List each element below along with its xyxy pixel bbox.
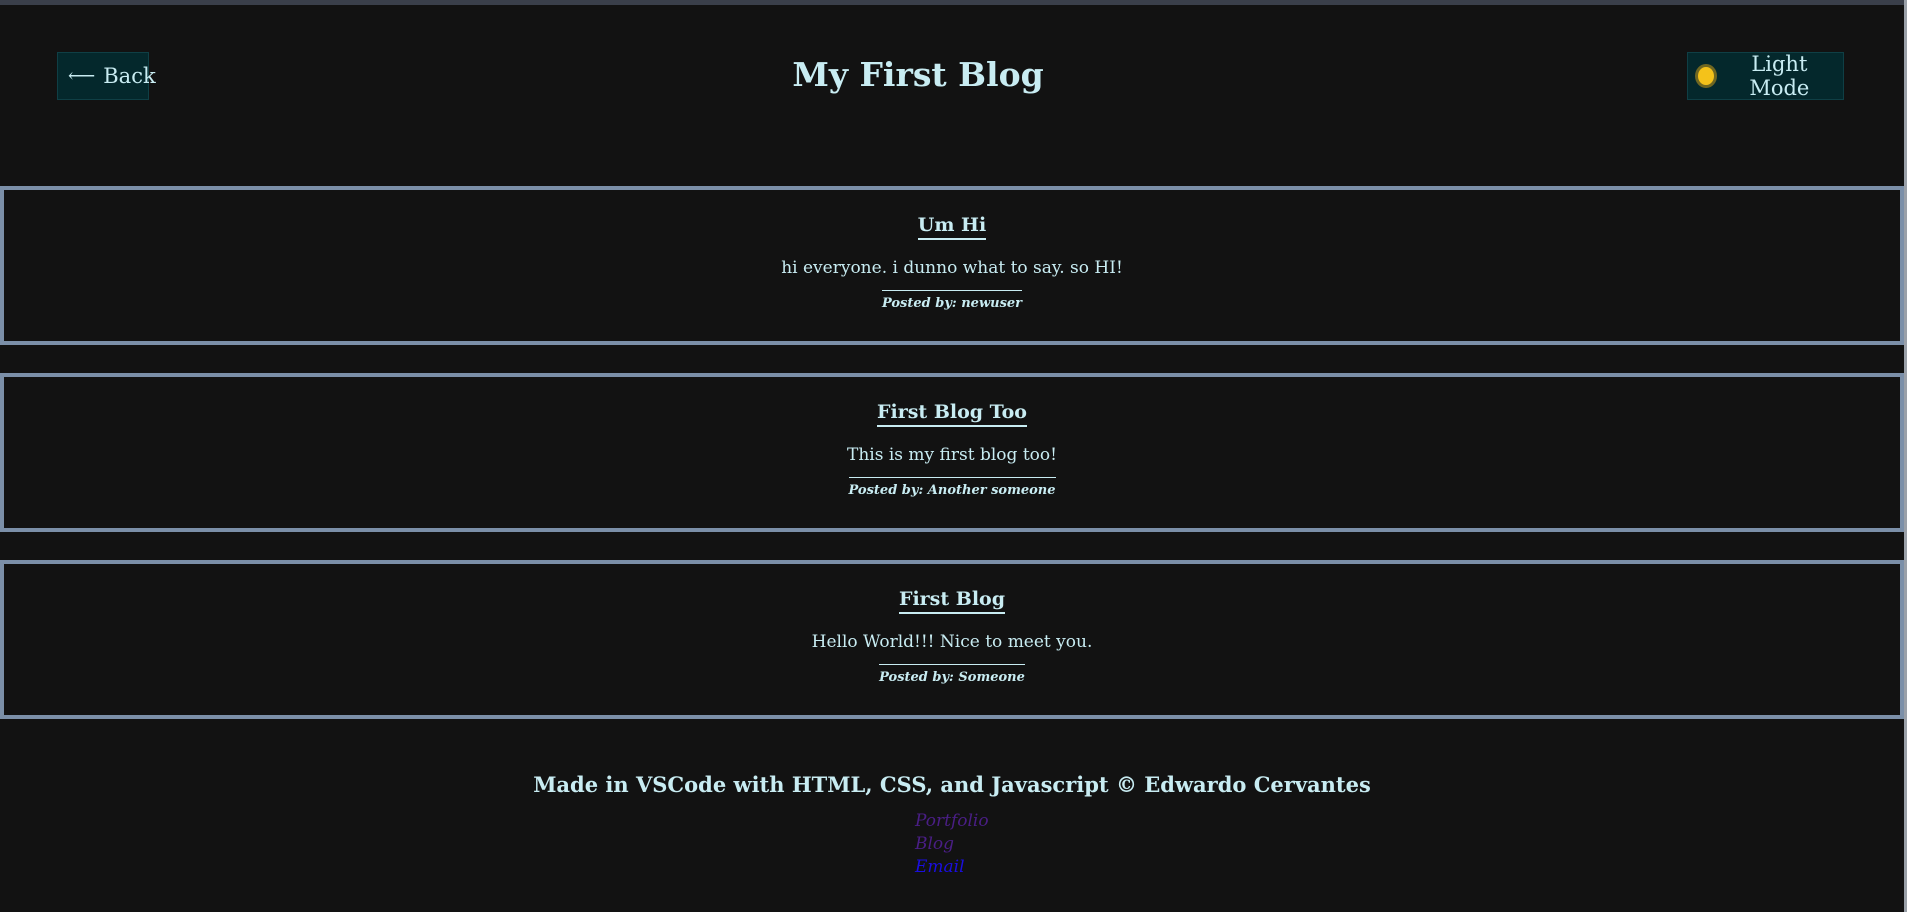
post-title: First Blog Too [877,401,1027,427]
email-link[interactable]: Email [915,856,989,879]
post-body: Hello World!!! Nice to meet you. [811,632,1093,652]
blog-post-list: Um Hi hi everyone. i dunno what to say. … [0,186,1904,747]
blog-post: Um Hi hi everyone. i dunno what to say. … [0,186,1904,345]
post-title: Um Hi [917,214,987,240]
sun-icon [1698,67,1714,85]
portfolio-link[interactable]: Portfolio [915,810,989,833]
footer-links: Portfolio Blog Email [915,810,989,879]
blog-post: First Blog Too This is my first blog too… [0,373,1904,532]
footer-credit: Made in VSCode with HTML, CSS, and Javas… [533,772,1371,797]
post-author: Posted by: newuser [881,290,1023,311]
post-author: Posted by: Someone [879,664,1025,685]
post-author: Posted by: Another someone [848,477,1056,498]
page-footer: Made in VSCode with HTML, CSS, and Javas… [0,772,1904,877]
post-body: This is my first blog too! [847,445,1057,465]
post-title: First Blog [898,588,1006,614]
light-mode-toggle[interactable]: Light Mode [1687,52,1844,100]
light-mode-label: Light Mode [1749,52,1810,100]
page-header: ⟵ Back My First Blog Light Mode [0,5,1904,145]
page-title: My First Blog [792,55,1044,94]
blog-link[interactable]: Blog [915,833,989,856]
blog-post: First Blog Hello World!!! Nice to meet y… [0,560,1904,719]
post-body: hi everyone. i dunno what to say. so HI! [781,258,1123,278]
